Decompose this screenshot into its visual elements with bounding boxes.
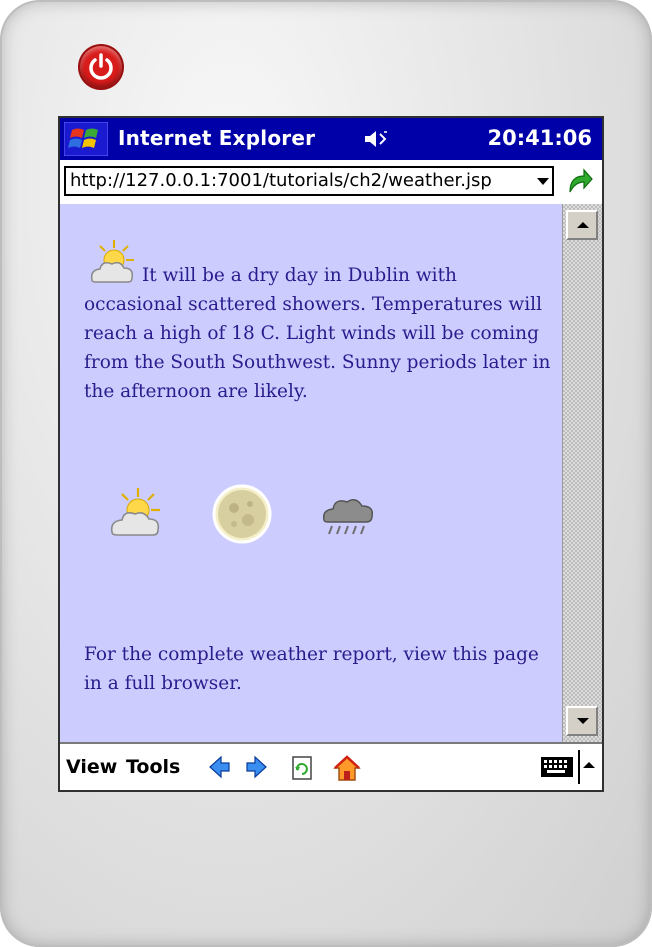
rain-cloud-icon: [322, 499, 374, 535]
menu-bar: View Tools: [60, 742, 602, 790]
arrow-up-icon: [577, 222, 589, 228]
chevron-down-icon: [537, 178, 549, 185]
page-content: It will be a dry day in Dublin with occa…: [60, 204, 562, 742]
arrow-down-icon: [577, 718, 589, 724]
menu-tools[interactable]: Tools: [126, 756, 180, 778]
start-menu-windows-flag-icon[interactable]: [64, 122, 108, 156]
forward-arrow-icon[interactable]: [244, 754, 268, 780]
scroll-up-button[interactable]: [566, 210, 598, 240]
pocket-pc-device: Internet Explorer 20:41:06 http://127.0.…: [0, 0, 652, 947]
sip-divider: [578, 750, 580, 784]
url-dropdown-button[interactable]: [534, 168, 552, 194]
menu-view[interactable]: View: [66, 756, 117, 778]
forecast-paragraph: It will be a dry day in Dublin with occa…: [84, 236, 554, 406]
refresh-page-icon[interactable]: [288, 754, 316, 782]
back-arrow-icon[interactable]: [208, 754, 232, 780]
weather-icon-row: [104, 482, 404, 546]
forecast-text: It will be a dry day in Dublin with occa…: [84, 265, 551, 402]
power-button[interactable]: [80, 46, 122, 88]
speaker-volume-icon[interactable]: [362, 128, 390, 150]
partly-sunny-icon: [90, 240, 134, 283]
home-icon[interactable]: [332, 754, 362, 782]
go-arrow-icon[interactable]: [564, 166, 594, 196]
vertical-scrollbar[interactable]: [562, 204, 602, 742]
device-screen: Internet Explorer 20:41:06 http://127.0.…: [58, 116, 604, 792]
title-bar: Internet Explorer 20:41:06: [60, 118, 602, 160]
input-panel-arrow-up-icon[interactable]: [582, 760, 596, 770]
address-bar: http://127.0.0.1:7001/tutorials/ch2/weat…: [60, 160, 602, 204]
clock[interactable]: 20:41:06: [488, 126, 592, 150]
url-text: http://127.0.0.1:7001/tutorials/ch2/weat…: [70, 170, 492, 191]
keyboard-icon[interactable]: [540, 756, 574, 778]
scroll-down-button[interactable]: [566, 706, 598, 736]
url-input[interactable]: http://127.0.0.1:7001/tutorials/ch2/weat…: [64, 166, 554, 196]
app-title: Internet Explorer: [118, 126, 316, 150]
full-report-note: For the complete weather report, view th…: [84, 644, 539, 694]
power-icon: [89, 53, 113, 80]
moon-icon: [212, 484, 272, 544]
partly-sunny-icon: [110, 488, 160, 536]
